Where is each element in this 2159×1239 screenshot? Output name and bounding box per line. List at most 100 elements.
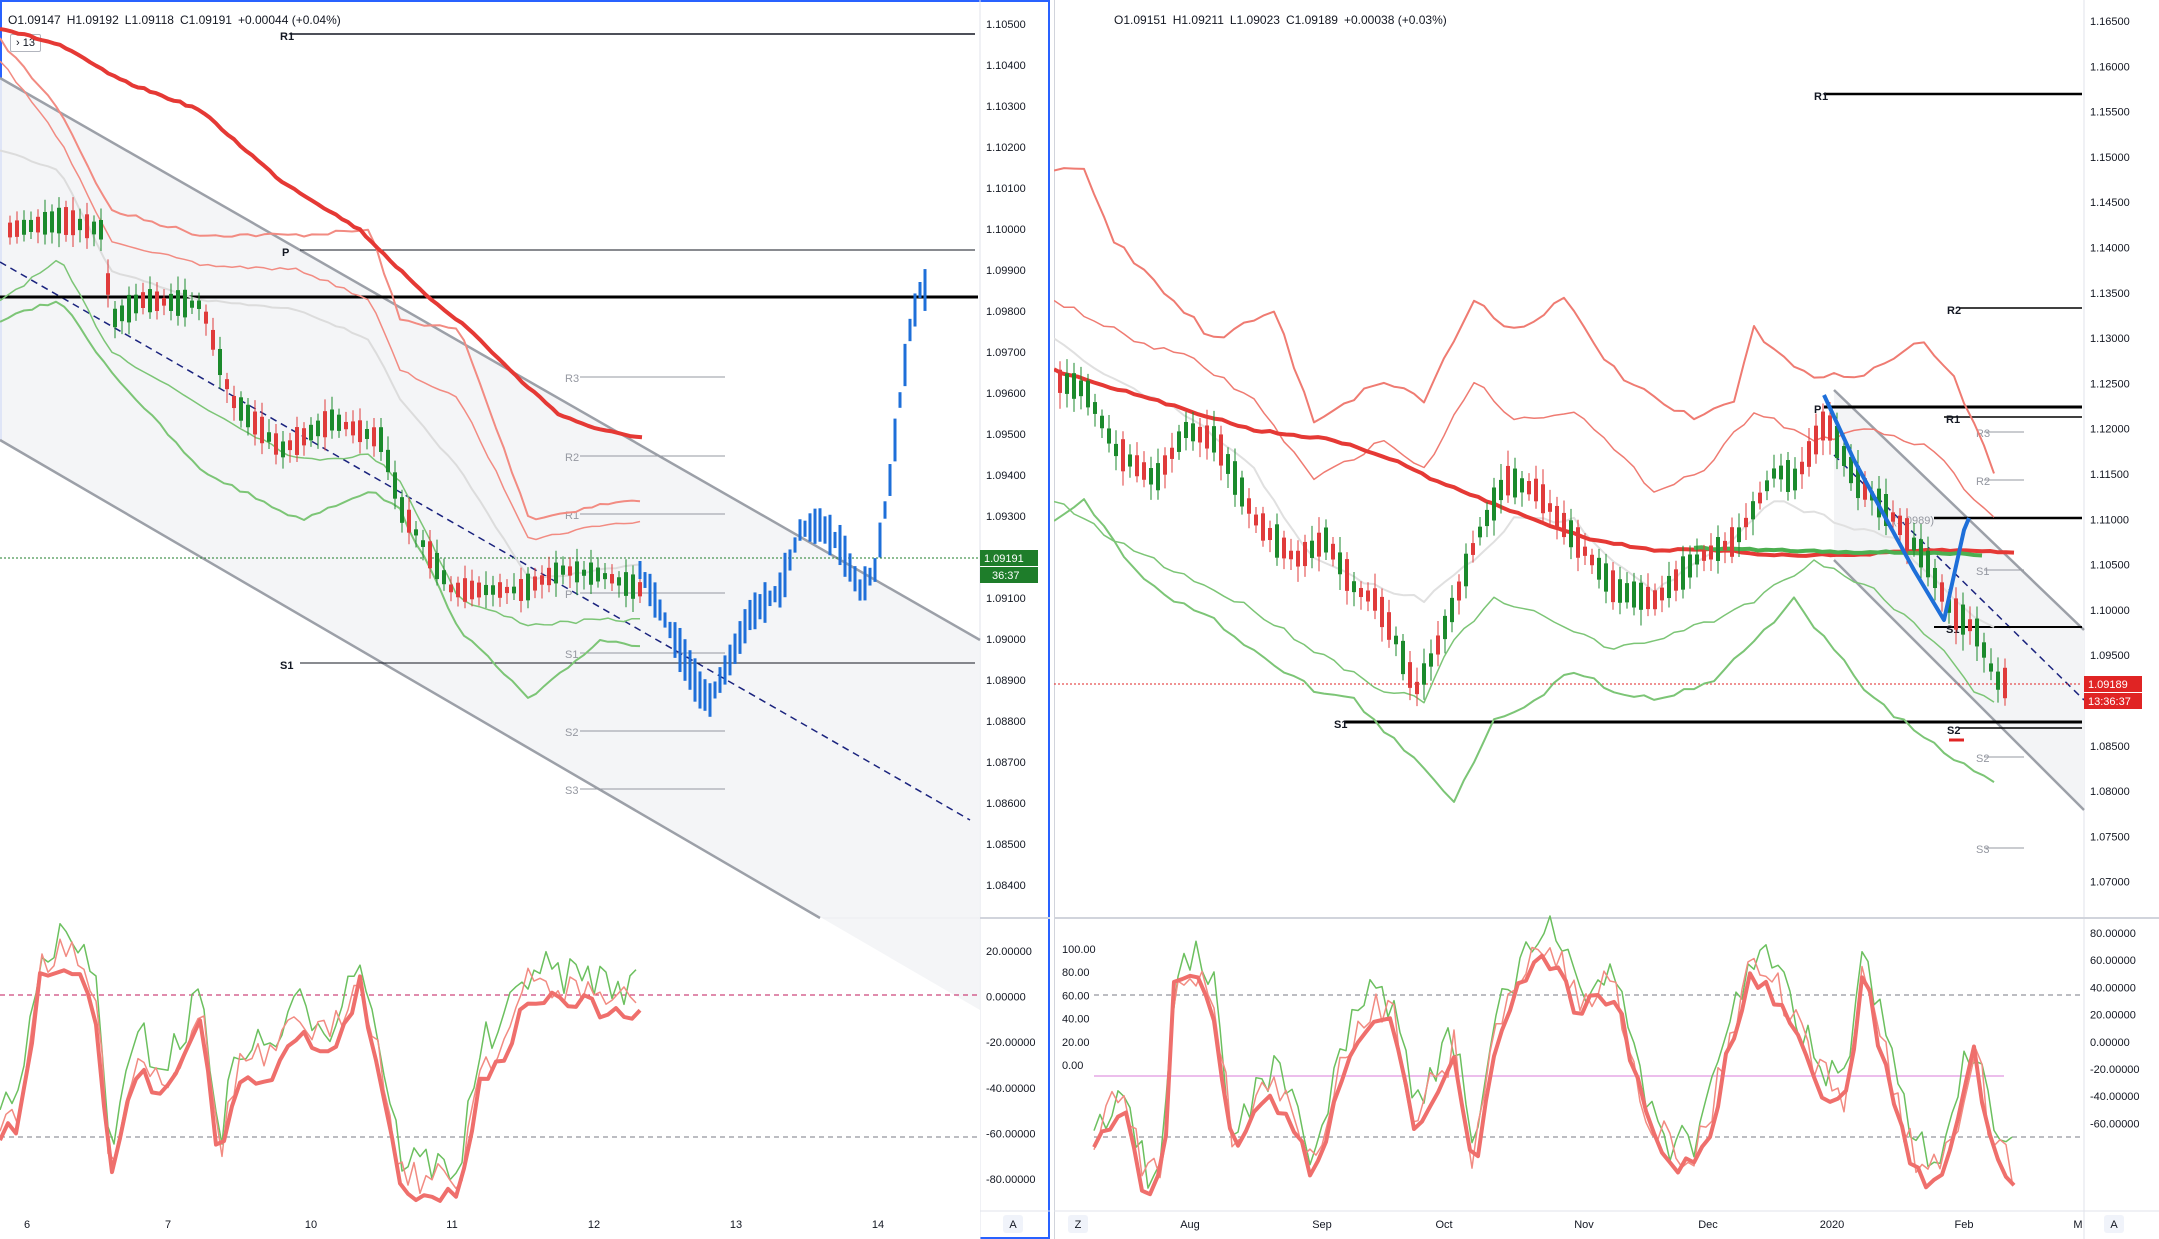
right-candle-body xyxy=(1464,553,1468,587)
left-candle-body xyxy=(638,582,642,597)
right-candle-body xyxy=(1394,635,1398,645)
right-candle-body xyxy=(1716,537,1720,561)
left-price-tick: 1.08600 xyxy=(986,798,1026,810)
left-candle-body xyxy=(547,567,551,586)
right-candle-body xyxy=(1723,540,1727,551)
right-candle-body xyxy=(1093,402,1097,414)
left-candle-body xyxy=(232,395,236,409)
left-candle-body xyxy=(533,576,537,591)
right-candle-body xyxy=(1548,503,1552,512)
left-osc-tick: 20.00000 xyxy=(986,946,1032,958)
right-candle-body xyxy=(1611,570,1615,603)
left-candle-body xyxy=(71,210,75,236)
left-osc-tick: -40.00000 xyxy=(986,1083,1036,1095)
right-level-p-label: P xyxy=(1814,404,1821,416)
left-candle-body xyxy=(309,424,313,441)
right-candle-body xyxy=(1310,540,1314,558)
left-price-tag: 1.09191 xyxy=(984,553,1024,565)
left-candle-body xyxy=(281,441,285,458)
left-candle-body xyxy=(162,298,166,306)
right-candle-body xyxy=(1674,569,1678,591)
left-candle-body xyxy=(295,427,299,455)
left-time-tick: 14 xyxy=(872,1219,884,1231)
right-osc-tick-right: -40.00000 xyxy=(2090,1091,2140,1103)
left-candle-body xyxy=(36,216,40,233)
left-candle-body xyxy=(22,219,26,235)
left-price-tick: 1.09000 xyxy=(986,634,1026,646)
right-osc-tick-left: 80.00 xyxy=(1062,967,1090,979)
left-candle-body xyxy=(337,414,341,431)
right-candle-body xyxy=(1821,411,1825,441)
right-candle-body xyxy=(1471,543,1475,555)
right-candle-body xyxy=(1254,514,1258,526)
right-candle-body xyxy=(1240,477,1244,507)
right-candle-body xyxy=(1919,539,1923,568)
right-candle-body xyxy=(1247,498,1251,514)
left-candle-body xyxy=(631,574,635,599)
right-candle-body xyxy=(1366,590,1370,602)
right-price-tick: 1.11000 xyxy=(2090,514,2129,526)
right-candle-body xyxy=(1898,515,1902,536)
right-candle-body xyxy=(1436,635,1440,655)
left-sub-level-pb-label: P xyxy=(565,589,572,601)
left-candle-body xyxy=(64,207,68,235)
left-candle-body xyxy=(204,311,208,324)
left-candle-body xyxy=(141,292,145,308)
right-price-tick: 1.15500 xyxy=(2090,107,2130,119)
left-sub-level-r3-label: R3 xyxy=(565,373,579,385)
right-price-tick: 1.07000 xyxy=(2090,877,2130,889)
left-sub-level-s2-label: S2 xyxy=(565,727,578,739)
right-candle-body xyxy=(1457,581,1461,601)
right-level-s2-label: S2 xyxy=(1947,725,1960,737)
left-price-tick: 1.10200 xyxy=(986,142,1026,154)
left-candle-body xyxy=(505,586,509,594)
right-candle-body xyxy=(1107,428,1111,444)
right-candle-body xyxy=(1331,543,1335,560)
left-candle-body xyxy=(568,566,572,576)
right-candle-body xyxy=(1191,423,1195,442)
left-price-tick: 1.09700 xyxy=(986,347,1026,359)
right-candle-body xyxy=(1450,597,1454,623)
left-candle-body xyxy=(127,294,131,323)
right-osc-tick-right: 20.00000 xyxy=(2090,1010,2136,1022)
left-axis-btn: A xyxy=(1009,1219,1017,1231)
right-candle-body xyxy=(1702,551,1706,561)
right-candle-body xyxy=(1527,481,1531,495)
right-candle-body xyxy=(1569,520,1573,548)
right-candle-body xyxy=(1359,587,1363,598)
right-candle-body xyxy=(1135,455,1139,477)
right-candle-body xyxy=(2003,667,2007,699)
right-price-tick: 1.13500 xyxy=(2090,288,2130,300)
right-candle-body xyxy=(1065,373,1069,394)
right-candle-body xyxy=(1233,461,1237,495)
right-candle-body xyxy=(1982,642,1986,658)
left-candle-body xyxy=(148,289,152,313)
right-candle-body xyxy=(1653,590,1657,610)
left-candle-body xyxy=(463,578,467,602)
left-time-tick: 6 xyxy=(24,1219,30,1231)
right-candle-body xyxy=(1625,583,1629,603)
right-candle-body xyxy=(1618,579,1622,603)
right-candle-body xyxy=(1905,518,1909,552)
left-candle-body xyxy=(582,569,586,576)
right-osc-tick-right: 40.00000 xyxy=(2090,982,2136,994)
right-candle-body xyxy=(1114,443,1118,457)
right-candle-body xyxy=(1086,380,1090,408)
left-candle-body xyxy=(99,219,103,240)
right-candle-body xyxy=(1926,550,1930,578)
right-candle-body xyxy=(1667,575,1671,599)
right-candle-body xyxy=(1506,465,1510,496)
left-candle-body xyxy=(239,397,243,421)
left-candle-body xyxy=(575,561,579,583)
left-candle-body xyxy=(624,572,628,596)
right-candle-body xyxy=(1793,468,1797,491)
right-price-tag: 1.09189 xyxy=(2088,679,2128,691)
right-candle-body xyxy=(1275,524,1279,558)
left-candle-body xyxy=(365,429,369,439)
right-candle-body xyxy=(1219,434,1223,466)
right-osc-tick-right: -20.00000 xyxy=(2090,1064,2140,1076)
left-candle-body xyxy=(43,211,47,235)
right-axis-btn-left: Z xyxy=(1075,1219,1082,1231)
right-candle-body xyxy=(1163,455,1167,475)
right-osc-tick-left: 0.00 xyxy=(1062,1060,1083,1072)
